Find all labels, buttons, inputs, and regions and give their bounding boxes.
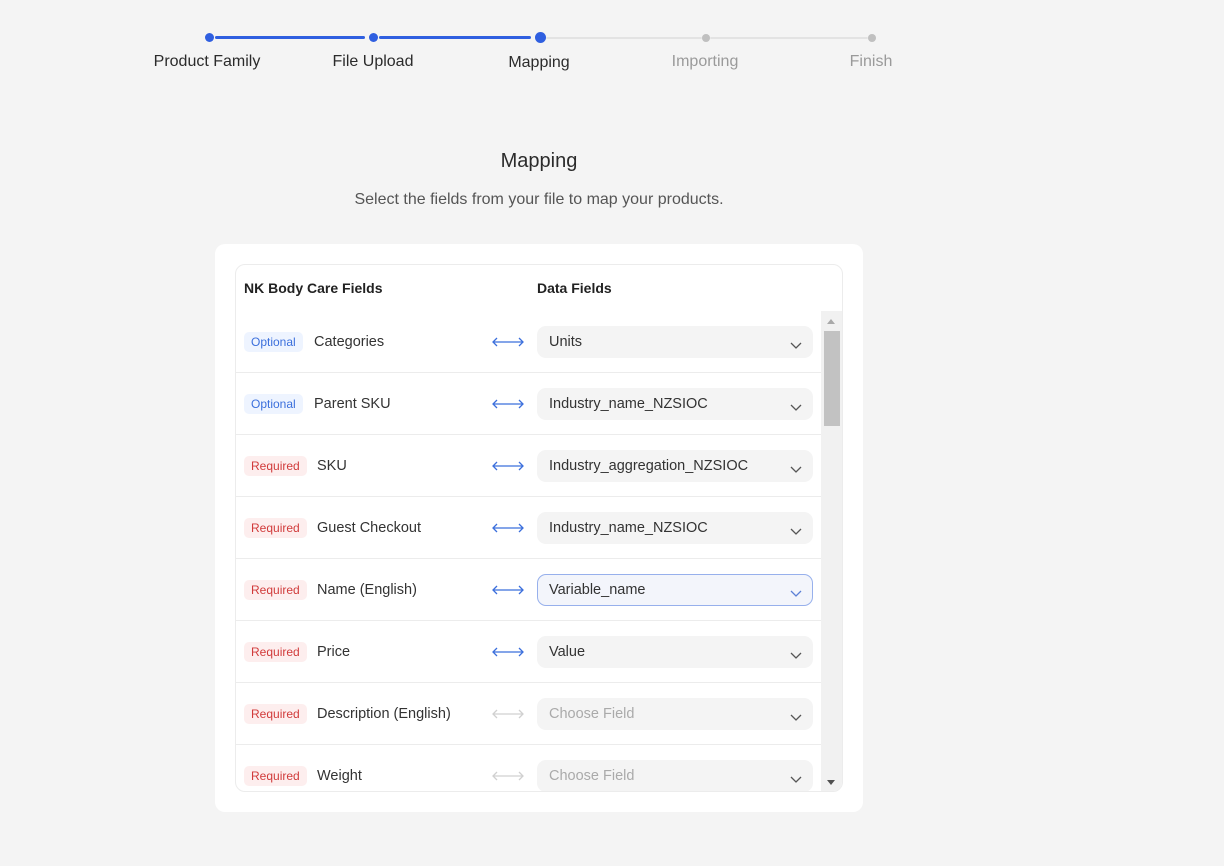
step-label-importing: Importing: [671, 53, 739, 70]
data-field-select[interactable]: Industry_name_NZSIOC: [537, 388, 813, 420]
step-dot-mapping: [535, 32, 546, 43]
table-row: Required SKU Industry_aggregation_NZSIOC: [236, 435, 821, 497]
field-name: Guest Checkout: [317, 520, 421, 536]
double-arrow-icon: [491, 769, 525, 781]
step-label-file-upload: File Upload: [332, 53, 414, 70]
required-badge: Required: [244, 704, 307, 724]
field-name: Weight: [317, 768, 362, 784]
step-label-mapping: Mapping: [508, 54, 570, 71]
chevron-down-icon: [790, 337, 802, 349]
data-field-select[interactable]: Units: [537, 326, 813, 358]
select-value: Industry_name_NZSIOC: [549, 396, 708, 412]
step-dot-importing: [702, 34, 710, 42]
step-label-product-family: Product Family: [153, 53, 261, 70]
field-name: Price: [317, 644, 351, 660]
required-badge: Required: [244, 518, 307, 538]
chevron-down-icon: [790, 523, 802, 535]
mapping-table: NK Body Care Fields Data Fields Optional…: [235, 264, 843, 792]
double-arrow-icon: [491, 459, 525, 471]
select-value: Industry_name_NZSIOC: [549, 520, 708, 536]
data-field-select[interactable]: Value: [537, 636, 813, 668]
chevron-down-icon: [790, 771, 802, 783]
step-connector-2: [379, 36, 531, 39]
chevron-down-icon: [790, 709, 802, 721]
double-arrow-icon: [491, 335, 525, 347]
double-arrow-icon: [491, 521, 525, 533]
data-field-select[interactable]: Choose Field: [537, 698, 813, 730]
double-arrow-icon: [491, 583, 525, 595]
table-row: Required Guest Checkout Industry_name_NZSI…: [236, 497, 821, 559]
optional-badge: Optional: [244, 394, 303, 414]
step-connector-3: [546, 37, 702, 39]
table-row: Optional Parent SKU Industry_name_NZSIOC: [236, 373, 821, 435]
double-arrow-icon: [491, 645, 525, 657]
data-field-select[interactable]: Industry_aggregation_NZSIOC: [537, 450, 813, 482]
scroll-down-arrow-icon[interactable]: [827, 780, 835, 785]
required-badge: Required: [244, 642, 307, 662]
column-header-data-fields: Data Fields: [537, 280, 612, 296]
step-label-finish: Finish: [849, 53, 893, 70]
mapping-rows: Optional Categories Units Optional Parent SK…: [236, 311, 821, 791]
select-value: Industry_aggregation_NZSIOC: [549, 458, 749, 474]
chevron-down-icon: [790, 461, 802, 473]
field-name: Categories: [314, 334, 385, 350]
chevron-down-icon: [790, 585, 802, 597]
table-row: Required Description (English) Choose Fiel…: [236, 683, 821, 745]
data-field-select[interactable]: Variable_name: [537, 574, 813, 606]
select-value: Variable_name: [549, 582, 646, 598]
table-row: Required Price Value: [236, 621, 821, 683]
double-arrow-icon: [491, 707, 525, 719]
table-row: Optional Categories Units: [236, 311, 821, 373]
mapping-card: NK Body Care Fields Data Fields Optional…: [215, 244, 863, 812]
double-arrow-icon: [491, 397, 525, 409]
select-value: Value: [549, 644, 586, 660]
progress-stepper: Product Family File Upload Mapping Impor…: [0, 0, 1224, 100]
scroll-thumb[interactable]: [824, 331, 840, 426]
select-placeholder: Choose Field: [549, 768, 635, 784]
field-name: SKU: [317, 458, 347, 474]
step-dot-product-family: [205, 33, 214, 42]
vertical-scrollbar[interactable]: [821, 311, 842, 791]
table-row: Required Name (English) Variable_name: [236, 559, 821, 621]
step-dot-file-upload: [369, 33, 378, 42]
chevron-down-icon: [790, 399, 802, 411]
select-value: Units: [549, 334, 583, 350]
required-badge: Required: [244, 580, 307, 600]
field-name: Description (English): [317, 706, 451, 722]
field-name: Parent SKU: [314, 396, 391, 412]
data-field-select[interactable]: Choose Field: [537, 760, 813, 791]
step-dot-finish: [868, 34, 876, 42]
step-connector-4: [710, 37, 868, 39]
scroll-up-arrow-icon[interactable]: [827, 319, 835, 324]
column-header-source-fields: NK Body Care Fields: [244, 280, 383, 296]
select-placeholder: Choose Field: [549, 706, 635, 722]
page-subtitle: Select the fields from your file to map …: [354, 191, 724, 208]
field-name: Name (English): [317, 582, 417, 598]
data-field-select[interactable]: Industry_name_NZSIOC: [537, 512, 813, 544]
step-connector-1: [215, 36, 365, 39]
table-header: NK Body Care Fields Data Fields: [236, 265, 842, 311]
page-title: Mapping: [500, 150, 578, 172]
optional-badge: Optional: [244, 332, 303, 352]
required-badge: Required: [244, 456, 307, 476]
required-badge: Required: [244, 766, 307, 786]
table-row: Required Weight Choose Field: [236, 745, 821, 791]
chevron-down-icon: [790, 647, 802, 659]
